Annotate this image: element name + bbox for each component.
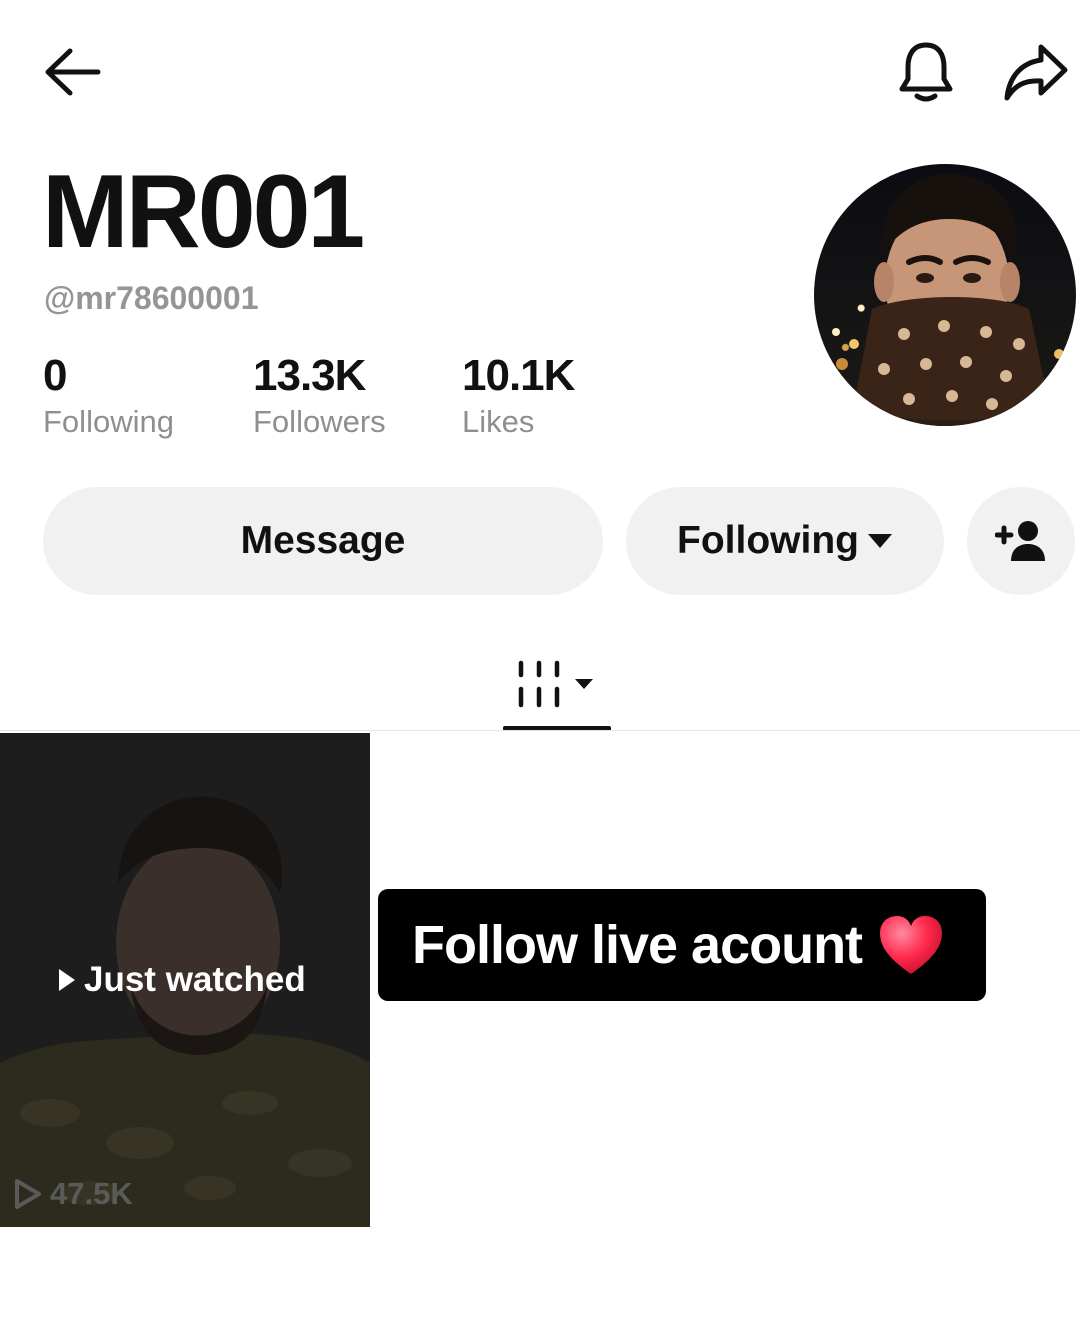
heart-icon [878,914,944,976]
play-icon [59,969,75,991]
following-count: 0 [43,351,67,400]
just-watched-label: Just watched [58,960,306,1000]
profile-photo [832,173,1064,426]
view-count-text: 47.5K [50,1176,133,1211]
tab-videos[interactable] [503,640,611,730]
bell-icon [899,42,953,102]
followers-stat[interactable]: 13.3K Followers [253,351,386,440]
likes-label: Likes [462,404,535,440]
tab-divider [0,730,1080,731]
add-person-icon [995,521,1045,561]
banner-text: Follow live acount [412,915,863,975]
followers-count: 13.3K [253,351,366,400]
username-handle: @mr78600001 [44,280,259,316]
likes-stat[interactable]: 10.1K Likes [462,351,575,440]
notification-button[interactable] [892,38,960,106]
following-button-label: Following [677,519,859,562]
share-button[interactable] [1000,38,1072,106]
avatar[interactable] [814,164,1076,426]
display-name: MR001 [42,154,365,270]
arrow-left-icon [45,48,101,96]
view-count: 47.5K [14,1176,133,1212]
following-stat[interactable]: 0 Following [43,351,174,440]
add-friend-button[interactable] [967,487,1075,595]
caret-down-icon [867,534,892,548]
likes-count: 10.1K [462,351,575,400]
share-arrow-icon [1004,44,1068,101]
followers-label: Followers [253,404,386,440]
following-label: Following [43,404,174,440]
back-button[interactable] [40,40,104,104]
just-watched-text: Just watched [84,960,306,999]
video-grid-icon [518,660,593,708]
message-button[interactable]: Message [43,487,603,595]
profile-page: MR001 @mr78600001 0 Following 13.3K Foll… [0,0,1080,1328]
play-outline-icon [15,1179,41,1209]
following-button[interactable]: Following [626,487,944,595]
message-button-label: Message [240,519,406,562]
follow-live-banner: Follow live acount [378,889,986,1001]
